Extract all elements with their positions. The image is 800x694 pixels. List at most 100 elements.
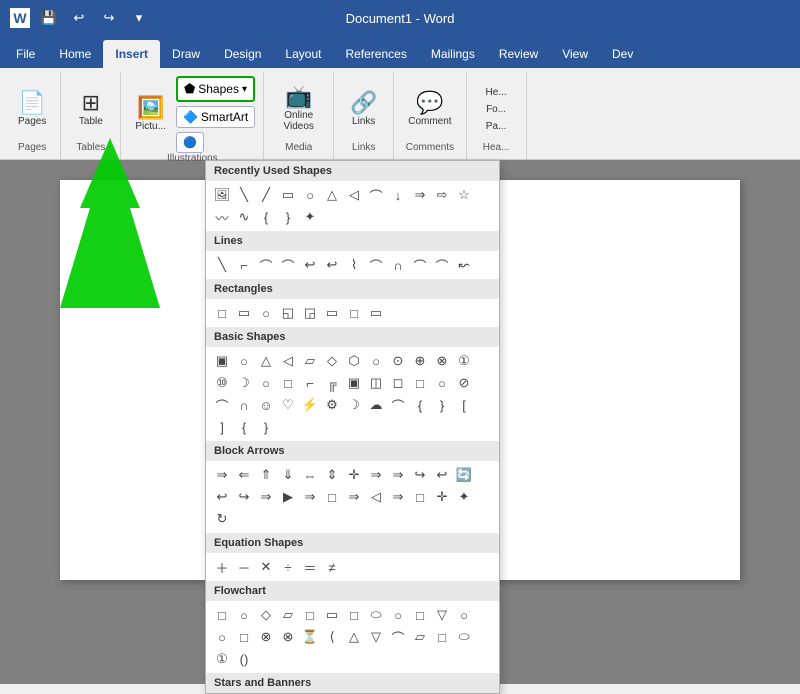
bs-30[interactable]: ⚙: [322, 395, 342, 415]
shape-brace1[interactable]: 〰: [212, 207, 232, 227]
bs-6[interactable]: ◇: [322, 351, 342, 371]
fc-3[interactable]: ◇: [256, 605, 276, 625]
line-squig2[interactable]: ⌒: [432, 255, 452, 275]
bs-39[interactable]: }: [256, 417, 276, 437]
fc-2[interactable]: ○: [234, 605, 254, 625]
shapes-dropdown-button[interactable]: ⬟ Shapes ▾: [176, 76, 255, 102]
ba-4[interactable]: ⇓: [278, 465, 298, 485]
shape-arrow-down[interactable]: ↓: [388, 185, 408, 205]
bs-31[interactable]: ☽: [344, 395, 364, 415]
bs-11[interactable]: ⊗: [432, 351, 452, 371]
shape-arrow-right[interactable]: ⇒: [410, 185, 430, 205]
fc-17[interactable]: ⏳: [300, 627, 320, 647]
header-btn-1[interactable]: He...: [482, 85, 511, 100]
ba-18[interactable]: □: [322, 487, 342, 507]
rect-snip4[interactable]: □: [344, 303, 364, 323]
ba-2[interactable]: ⇐: [234, 465, 254, 485]
bs-25[interactable]: ⌒: [212, 395, 232, 415]
customize-button[interactable]: ▾: [128, 7, 150, 29]
fc-5[interactable]: □: [300, 605, 320, 625]
fc-6[interactable]: ▭: [322, 605, 342, 625]
fc-25[interactable]: ①: [212, 649, 232, 669]
fc-8[interactable]: ⬭: [366, 605, 386, 625]
fc-24[interactable]: ⬭: [454, 627, 474, 647]
online-videos-button[interactable]: 📺 OnlineVideos: [278, 82, 320, 136]
tab-file[interactable]: File: [4, 40, 47, 68]
tab-references[interactable]: References: [333, 40, 418, 68]
bs-10[interactable]: ⊕: [410, 351, 430, 371]
fc-4[interactable]: ▱: [278, 605, 298, 625]
line-squig3[interactable]: ↜: [454, 255, 474, 275]
shape-arrow-filled[interactable]: ⇨: [432, 185, 452, 205]
bs-33[interactable]: ⌒: [388, 395, 408, 415]
line-angle3[interactable]: ⌒: [278, 255, 298, 275]
bs-5[interactable]: ▱: [300, 351, 320, 371]
tab-dev[interactable]: Dev: [600, 40, 645, 68]
eq-times[interactable]: ✕: [256, 557, 276, 577]
shape-tri[interactable]: △: [322, 185, 342, 205]
bs-2[interactable]: ○: [234, 351, 254, 371]
fc-18[interactable]: ⟨: [322, 627, 342, 647]
rect-basic[interactable]: □: [212, 303, 232, 323]
bs-19[interactable]: ▣: [344, 373, 364, 393]
tab-home[interactable]: Home: [47, 40, 103, 68]
save-button[interactable]: 💾: [38, 7, 60, 29]
fc-15[interactable]: ⊗: [256, 627, 276, 647]
fc-20[interactable]: ▽: [366, 627, 386, 647]
ba-7[interactable]: ✛: [344, 465, 364, 485]
fc-22[interactable]: ▱: [410, 627, 430, 647]
rect-snip1[interactable]: ◱: [278, 303, 298, 323]
eq-plus[interactable]: ＋: [212, 557, 232, 577]
table-button[interactable]: ⊞ Table: [71, 88, 111, 131]
bs-12[interactable]: ①: [454, 351, 474, 371]
bs-28[interactable]: ♡: [278, 395, 298, 415]
ba-12[interactable]: 🔄: [454, 465, 474, 485]
line-angle1[interactable]: ⌐: [234, 255, 254, 275]
bs-23[interactable]: ○: [432, 373, 452, 393]
comment-button[interactable]: 💬 Comment: [402, 88, 457, 131]
shape-rect[interactable]: ▭: [278, 185, 298, 205]
line-angle2[interactable]: ⌒: [256, 255, 276, 275]
ba-21[interactable]: ⇒: [388, 487, 408, 507]
bs-24[interactable]: ⊘: [454, 373, 474, 393]
ba-11[interactable]: ↩: [432, 465, 452, 485]
rect-snip3[interactable]: ▭: [322, 303, 342, 323]
fc-13[interactable]: ○: [212, 627, 232, 647]
eq-divide[interactable]: ÷: [278, 557, 298, 577]
bs-38[interactable]: {: [234, 417, 254, 437]
shape-oval[interactable]: ○: [300, 185, 320, 205]
bs-17[interactable]: ⌐: [300, 373, 320, 393]
ba-17[interactable]: ⇒: [300, 487, 320, 507]
shape-curve1[interactable]: ⌒: [366, 185, 386, 205]
tab-design[interactable]: Design: [212, 40, 273, 68]
tab-view[interactable]: View: [550, 40, 600, 68]
tab-review[interactable]: Review: [487, 40, 550, 68]
bs-16[interactable]: □: [278, 373, 298, 393]
shape-img[interactable]: 🖼: [212, 185, 232, 205]
bs-1[interactable]: ▣: [212, 351, 232, 371]
fc-21[interactable]: ⌒: [388, 627, 408, 647]
eq-minus[interactable]: －: [234, 557, 254, 577]
ba-13[interactable]: ↩: [212, 487, 232, 507]
shape-brace2[interactable]: {: [256, 207, 276, 227]
rect-rounded1[interactable]: ▭: [234, 303, 254, 323]
eq-equals[interactable]: ＝: [300, 557, 320, 577]
tab-draw[interactable]: Draw: [160, 40, 212, 68]
bs-15[interactable]: ○: [256, 373, 276, 393]
shape-line2[interactable]: ╱: [256, 185, 276, 205]
shape-star4[interactable]: ✦: [300, 207, 320, 227]
fc-11[interactable]: ▽: [432, 605, 452, 625]
ba-14[interactable]: ↪: [234, 487, 254, 507]
header-btn-3[interactable]: Pa...: [482, 119, 511, 134]
extra-btn-1[interactable]: 🔵: [176, 132, 204, 153]
ba-19[interactable]: ⇒: [344, 487, 364, 507]
ba-25[interactable]: ↻: [212, 509, 232, 529]
ba-3[interactable]: ⇑: [256, 465, 276, 485]
pictures-button[interactable]: 🖼️ Pictu...: [129, 93, 172, 136]
bs-3[interactable]: △: [256, 351, 276, 371]
ba-16[interactable]: ▶: [278, 487, 298, 507]
line-curve1[interactable]: ↩: [300, 255, 320, 275]
fc-1[interactable]: □: [212, 605, 232, 625]
bs-22[interactable]: □: [410, 373, 430, 393]
ba-22[interactable]: □: [410, 487, 430, 507]
